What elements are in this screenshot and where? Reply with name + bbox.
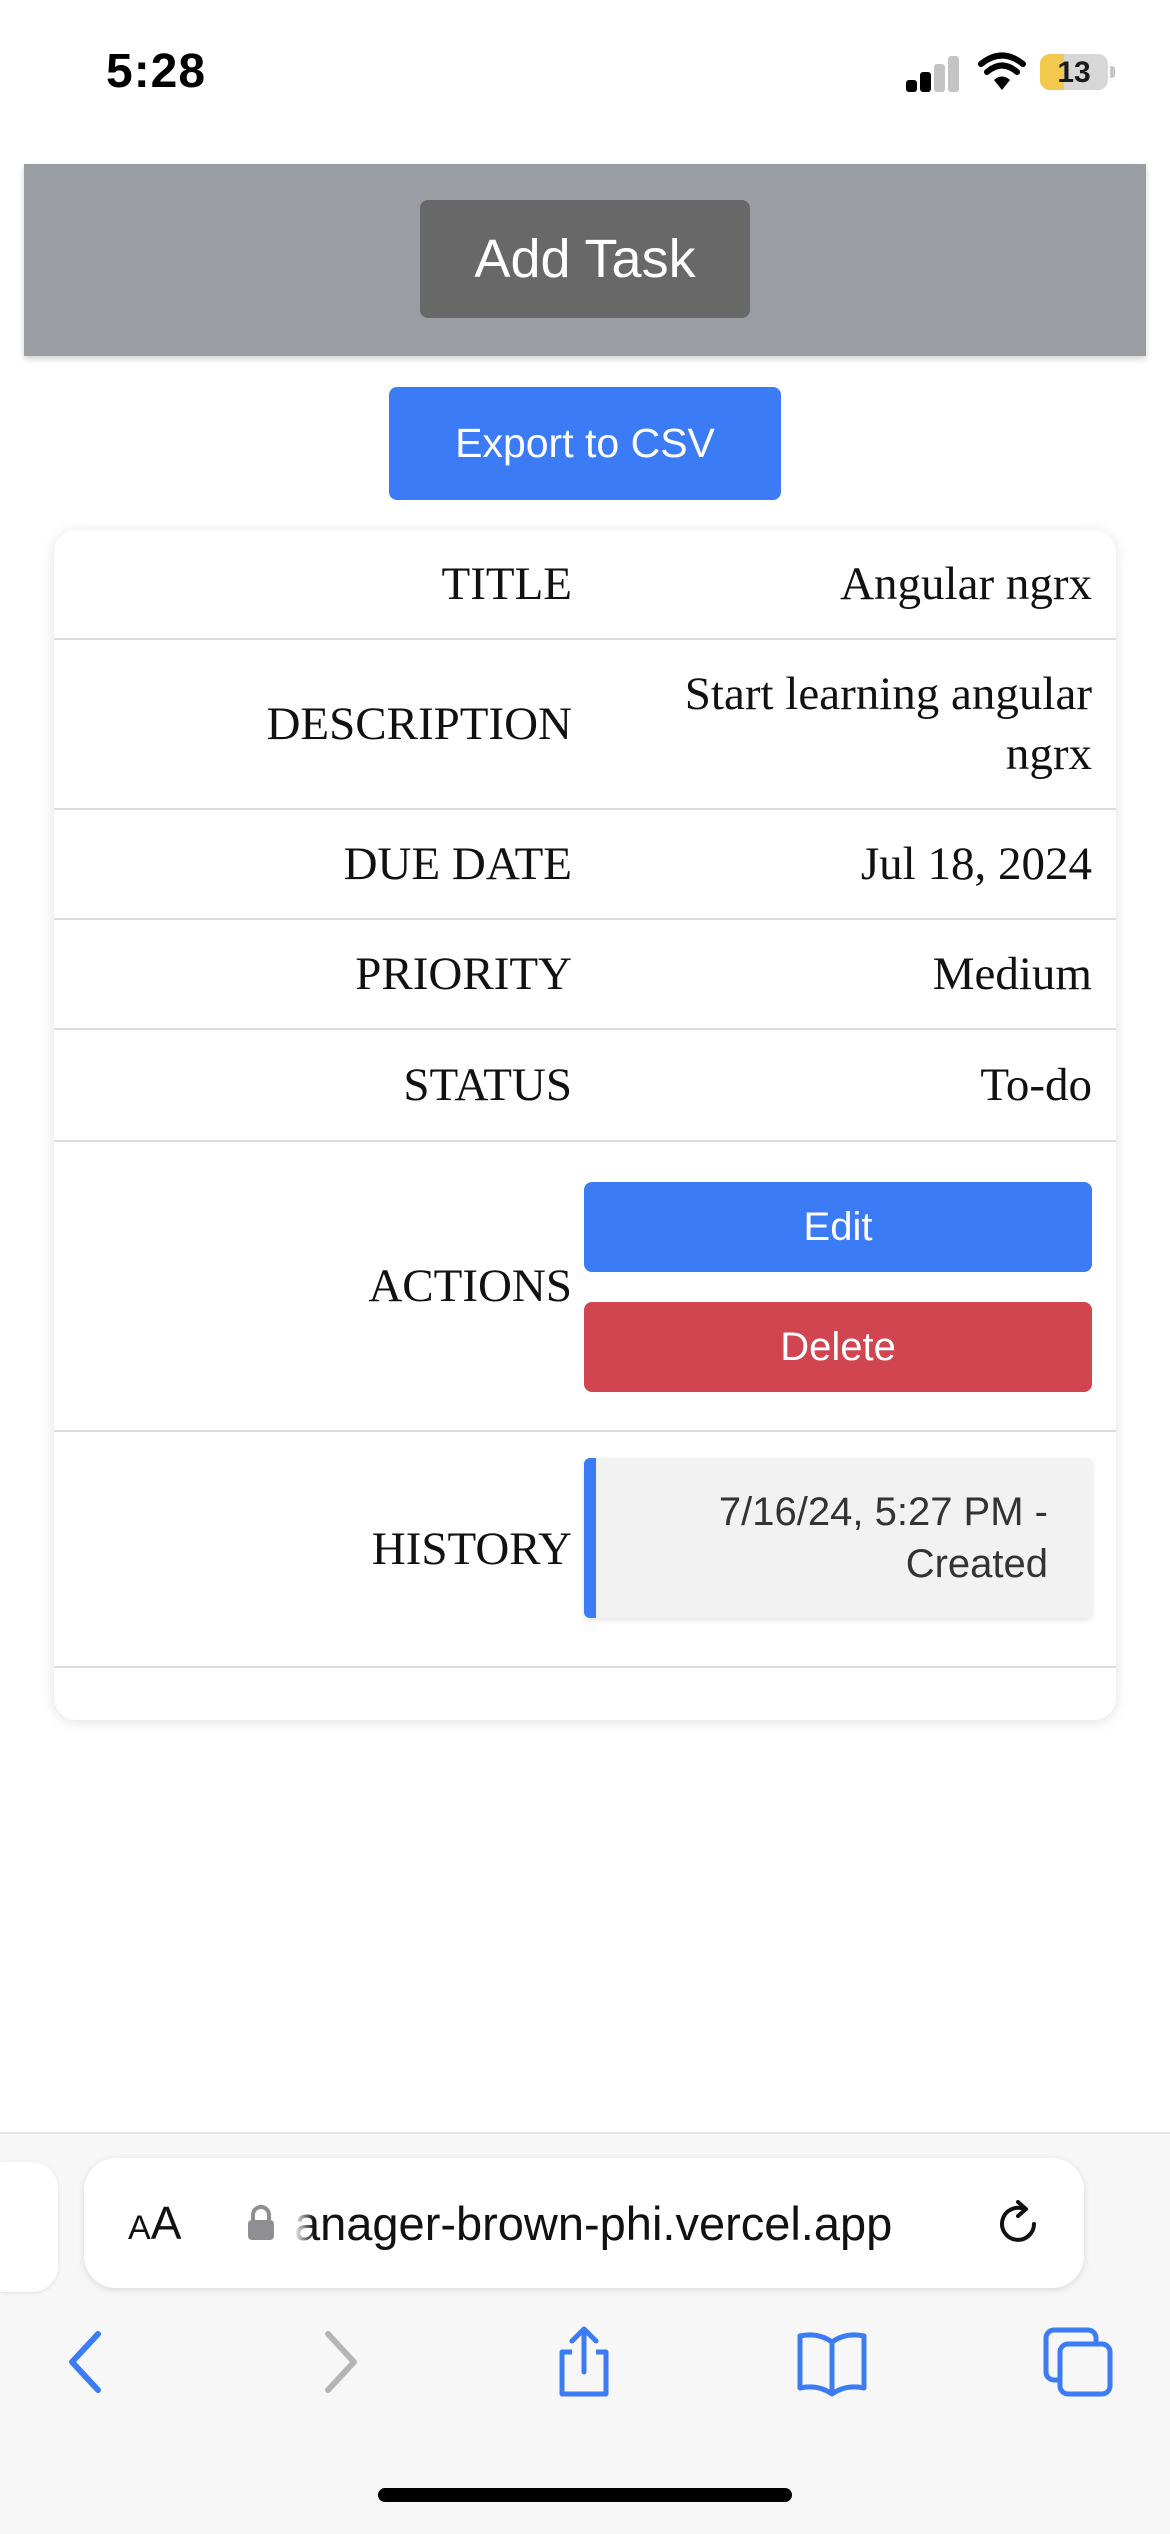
tabs-icon[interactable] (1040, 2324, 1116, 2400)
export-csv-button[interactable]: Export to CSV (389, 387, 781, 500)
address-bar[interactable]: AA anager-brown-phi.vercel.app (84, 2158, 1084, 2288)
chevron-left-icon[interactable] (50, 2324, 126, 2400)
priority-label: PRIORITY (355, 948, 572, 1000)
book-icon[interactable] (794, 2324, 870, 2400)
due-date-value: Jul 18, 2024 (860, 838, 1092, 890)
cellular-signal-icon (906, 56, 960, 92)
due-date-label: DUE DATE (343, 838, 572, 890)
header-bar: Add Task (24, 164, 1146, 356)
title-value: Angular ngrx (840, 558, 1092, 610)
battery-icon: 13 (1040, 54, 1108, 90)
status-label: STATUS (403, 1059, 572, 1111)
description-value: Start learning angular ngrx (684, 668, 1092, 780)
status-time: 5:28 (106, 45, 207, 98)
actions-row: ACTIONS Edit Delete (54, 1142, 1116, 1432)
previous-tab-peek[interactable] (0, 2162, 58, 2292)
description-row: DESCRIPTION Start learning angular ngrx (54, 640, 1116, 810)
actions-label: ACTIONS (368, 1260, 572, 1312)
chevron-right-icon[interactable] (300, 2324, 376, 2400)
wifi-icon (978, 52, 1026, 90)
task-card: TITLE Angular ngrx DESCRIPTION Start lea… (54, 530, 1116, 1720)
delete-button[interactable]: Delete (584, 1302, 1092, 1392)
browser-toolbar: AA anager-brown-phi.vercel.app (0, 2132, 1170, 2534)
edit-button[interactable]: Edit (584, 1182, 1092, 1272)
url-text[interactable]: anager-brown-phi.vercel.app (294, 2196, 974, 2251)
share-icon[interactable] (546, 2324, 622, 2400)
home-indicator (378, 2488, 792, 2502)
battery-level: 13 (1057, 56, 1091, 89)
history-label: HISTORY (371, 1523, 572, 1575)
priority-value: Medium (932, 948, 1092, 1000)
history-entry: 7/16/24, 5:27 PM - Created (584, 1458, 1092, 1618)
priority-row: PRIORITY Medium (54, 920, 1116, 1030)
status-row: STATUS To-do (54, 1030, 1116, 1142)
add-task-button[interactable]: Add Task (420, 200, 750, 318)
lock-icon (248, 2205, 274, 2240)
description-label: DESCRIPTION (266, 698, 572, 750)
text-size-button[interactable]: AA (128, 2196, 181, 2250)
title-label: TITLE (441, 558, 573, 610)
status-bar: 5:28 13 (0, 0, 1170, 150)
history-row: HISTORY 7/16/24, 5:27 PM - Created (54, 1432, 1116, 1668)
title-row: TITLE Angular ngrx (54, 530, 1116, 640)
status-value: To-do (980, 1059, 1092, 1111)
reload-icon[interactable] (990, 2196, 1046, 2252)
due-date-row: DUE DATE Jul 18, 2024 (54, 810, 1116, 920)
